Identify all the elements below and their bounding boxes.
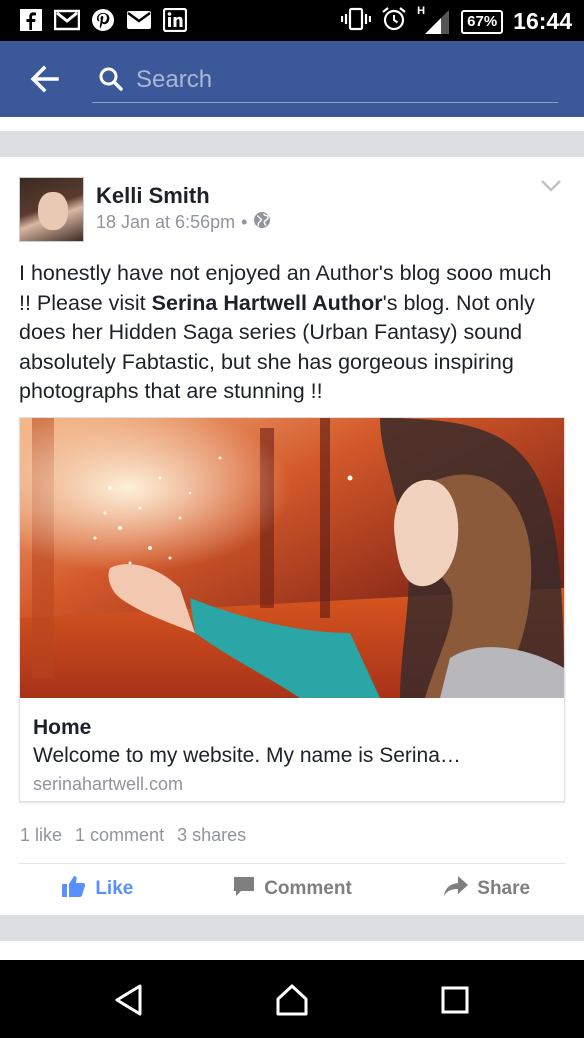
- system-nav-bar: [0, 960, 584, 1038]
- globe-icon: [253, 211, 271, 234]
- back-arrow-icon[interactable]: [26, 61, 62, 97]
- like-count[interactable]: 1 like: [20, 825, 62, 846]
- feed-divider: [0, 131, 584, 157]
- share-count[interactable]: 3 shares: [177, 825, 246, 846]
- share-button[interactable]: Share: [389, 864, 584, 914]
- status-bar: H 67% 16:44: [0, 0, 584, 41]
- post-timestamp[interactable]: 18 Jan at 6:56pm: [96, 212, 235, 233]
- post-stats: 1 like 1 comment 3 shares: [20, 825, 246, 846]
- mention-link[interactable]: Serina Hartwell Author: [152, 291, 383, 315]
- comment-label: Comment: [264, 878, 352, 899]
- post-author[interactable]: Kelli Smith: [96, 183, 210, 209]
- vibrate-icon: [341, 7, 372, 36]
- chevron-down-icon[interactable]: [540, 179, 562, 193]
- thumbs-up-icon: [61, 874, 87, 904]
- home-icon[interactable]: [274, 982, 310, 1018]
- signal-icon: H: [417, 4, 451, 36]
- email-icon: [126, 7, 152, 33]
- like-label: Like: [95, 878, 134, 899]
- avatar[interactable]: [19, 177, 84, 242]
- feed-spacer-bottom: [0, 941, 584, 960]
- like-button[interactable]: Like: [0, 864, 195, 914]
- post-actions: Like Comment Share: [0, 864, 584, 914]
- pinterest-icon: [90, 7, 116, 33]
- recent-apps-icon[interactable]: [437, 982, 473, 1018]
- comment-button[interactable]: Comment: [195, 864, 390, 914]
- facebook-icon: [18, 7, 44, 33]
- avatar-face: [38, 192, 68, 230]
- gmail-icon: [54, 7, 80, 33]
- share-label: Share: [477, 878, 531, 899]
- linkedin-icon: [162, 7, 188, 33]
- feed-spacer: [0, 117, 584, 131]
- post-text: I honestly have not enjoyed an Author's …: [19, 259, 569, 407]
- link-preview-body[interactable]: Home Welcome to my website. My name is S…: [20, 698, 564, 802]
- link-title[interactable]: Home: [33, 716, 564, 740]
- feed-post: Kelli Smith 18 Jan at 6:56pm • I honestl…: [0, 157, 584, 915]
- share-arrow-icon: [443, 875, 469, 903]
- status-indicators: H 67% 16:44: [341, 4, 572, 37]
- battery-indicator: 67%: [461, 9, 504, 34]
- comment-icon: [232, 874, 256, 904]
- link-description: Welcome to my website. My name is Serina…: [33, 744, 461, 767]
- link-preview-image[interactable]: [20, 418, 564, 698]
- network-type-label: H: [417, 4, 426, 17]
- post-meta: 18 Jan at 6:56pm •: [96, 211, 271, 234]
- search-input[interactable]: [136, 63, 536, 97]
- alarm-icon: [381, 6, 407, 37]
- search-bar[interactable]: [92, 57, 558, 103]
- notification-icons: [18, 7, 188, 33]
- clock: 16:44: [513, 8, 572, 34]
- feed-divider-bottom: [0, 915, 584, 941]
- app-bar: [0, 41, 584, 117]
- link-preview-card[interactable]: Home Welcome to my website. My name is S…: [19, 417, 565, 802]
- back-triangle-icon[interactable]: [111, 982, 147, 1018]
- comment-count[interactable]: 1 comment: [75, 825, 164, 846]
- meta-separator: •: [241, 212, 248, 232]
- link-domain: serinahartwell.com: [33, 774, 184, 794]
- search-icon: [98, 66, 124, 97]
